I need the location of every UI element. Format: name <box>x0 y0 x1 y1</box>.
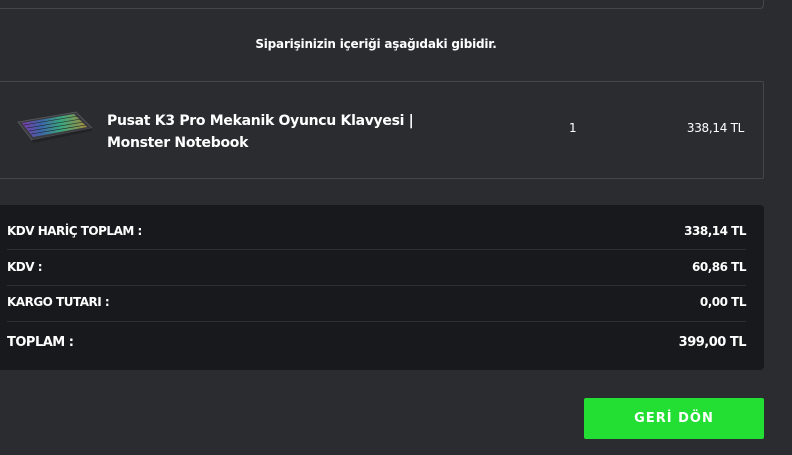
total-value: 0,00 TL <box>699 295 747 309</box>
product-price: 338,14 TL <box>686 121 744 135</box>
total-label: KDV HARİÇ TOPLAM : <box>7 224 142 238</box>
previous-section-box <box>0 0 764 9</box>
product-name[interactable]: Pusat K3 Pro Mekanik Oyuncu Klavyesi | M… <box>107 110 427 154</box>
totals-divider <box>7 285 746 286</box>
order-intro-text: Siparişinizin içeriği aşağıdaki gibidir. <box>255 37 497 51</box>
product-quantity: 1 <box>569 121 577 135</box>
order-totals-panel: KDV HARİÇ TOPLAM : 338,14 TL KDV : 60,86… <box>0 205 764 370</box>
total-row-subtotal: KDV HARİÇ TOPLAM : 338,14 TL <box>7 221 746 241</box>
total-value: 338,14 TL <box>684 224 746 238</box>
total-label: KDV : <box>7 260 43 274</box>
order-item-row: Pusat K3 Pro Mekanik Oyuncu Klavyesi | M… <box>0 81 764 179</box>
go-back-button[interactable]: GERİ DÖN <box>584 398 764 439</box>
keyboard-image <box>17 111 93 143</box>
total-row-shipping: KARGO TUTARI : 0,00 TL <box>7 292 747 312</box>
total-label: KARGO TUTARI : <box>7 295 110 309</box>
totals-divider <box>7 249 746 250</box>
total-label: TOPLAM : <box>7 334 74 350</box>
total-value: 399,00 TL <box>678 334 747 350</box>
total-row-grand-total: TOPLAM : 399,00 TL <box>7 332 747 352</box>
totals-divider <box>7 321 746 322</box>
total-row-vat: KDV : 60,86 TL <box>7 257 746 277</box>
total-value: 60,86 TL <box>692 260 746 274</box>
